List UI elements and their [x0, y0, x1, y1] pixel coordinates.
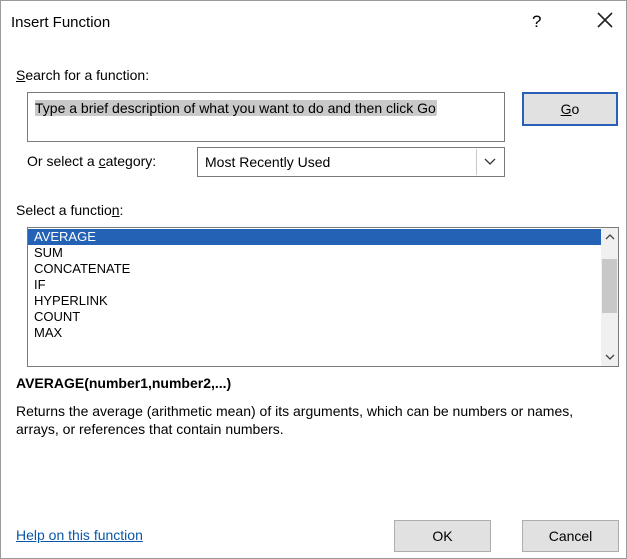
- go-button-label: Go: [560, 101, 580, 117]
- close-button[interactable]: [594, 9, 616, 31]
- cancel-button-label: Cancel: [548, 528, 593, 544]
- search-label: Search for a function:: [16, 67, 150, 83]
- ok-button-label: OK: [432, 528, 453, 544]
- function-signature: AVERAGE(number1,number2,...): [16, 375, 232, 391]
- function-listbox[interactable]: AVERAGE SUM CONCATENATE IF HYPERLINK COUNT MAX: [27, 227, 619, 367]
- function-list-label: Select a function:: [16, 202, 124, 218]
- title-bar: Insert Function ?: [1, 1, 626, 45]
- function-list-item[interactable]: MAX: [28, 325, 610, 341]
- help-on-function-link[interactable]: Help on this function: [16, 527, 143, 543]
- function-list-item[interactable]: IF: [28, 277, 610, 293]
- list-scrollbar[interactable]: [601, 228, 618, 366]
- close-icon: [597, 12, 613, 28]
- dialog-title: Insert Function: [11, 14, 111, 31]
- scroll-thumb[interactable]: [602, 259, 617, 313]
- text-caret: [435, 100, 437, 115]
- function-list-item[interactable]: AVERAGE: [28, 229, 610, 245]
- chevron-up-icon: [605, 234, 614, 240]
- chevron-down-icon: [605, 354, 614, 360]
- function-list-item[interactable]: SUM: [28, 245, 610, 261]
- search-input[interactable]: Type a brief description of what you wan…: [27, 92, 505, 142]
- dropdown-button[interactable]: [476, 149, 503, 175]
- insert-function-dialog: Insert Function ? Search for a function:…: [0, 0, 627, 559]
- search-text-value: Type a brief description of what you wan…: [35, 100, 436, 116]
- category-select[interactable]: Most Recently Used: [197, 147, 505, 177]
- search-text: Type a brief description of what you wan…: [35, 99, 495, 117]
- category-label: Or select a category:: [27, 153, 157, 169]
- scroll-down-button[interactable]: [601, 349, 618, 366]
- search-label-accesskey: S: [16, 67, 26, 83]
- ok-button[interactable]: OK: [394, 520, 491, 552]
- go-button[interactable]: Go: [522, 92, 618, 126]
- help-button[interactable]: ?: [532, 12, 541, 32]
- function-list-item[interactable]: CONCATENATE: [28, 261, 610, 277]
- chevron-down-icon: [484, 158, 496, 165]
- function-list-item[interactable]: HYPERLINK: [28, 293, 610, 309]
- cancel-button[interactable]: Cancel: [522, 520, 619, 552]
- function-list: AVERAGE SUM CONCATENATE IF HYPERLINK COUNT MAX: [28, 229, 610, 341]
- category-selected-value: Most Recently Used: [205, 154, 331, 170]
- function-list-item[interactable]: COUNT: [28, 309, 610, 325]
- function-description: Returns the average (arithmetic mean) of…: [16, 403, 574, 437]
- scroll-up-button[interactable]: [601, 228, 618, 245]
